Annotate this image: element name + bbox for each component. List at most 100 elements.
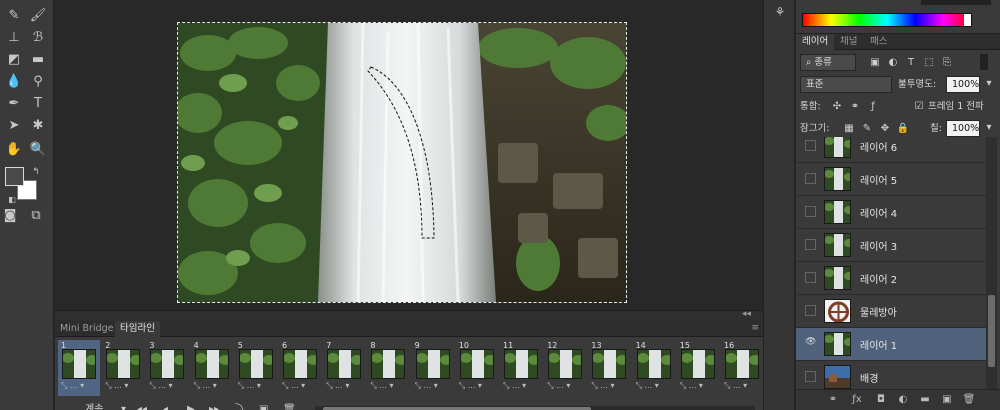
previous-frame-icon[interactable]: ◂ <box>163 400 168 410</box>
frame-delay-select[interactable]: ⤡ ... ▾ <box>547 381 570 391</box>
animation-frame[interactable]: 10 ⤡ ... ▾ <box>456 340 498 396</box>
duplicate-frame-icon[interactable]: ▣ <box>259 400 268 410</box>
lock-transparency-icon[interactable]: ▦ <box>842 122 856 136</box>
layer-row[interactable]: 레이어 6 <box>796 137 986 162</box>
frame-delay-select[interactable]: ⤡ ... ▾ <box>415 381 438 391</box>
animation-frame[interactable]: 1 ⤡ ... ▾ <box>58 340 100 396</box>
visibility-toggle[interactable] <box>805 272 816 283</box>
blend-mode-select[interactable]: 표준 <box>800 76 892 93</box>
animation-frame[interactable]: 16 ⤡ ... ▾ <box>721 340 763 396</box>
pixel-filter-icon[interactable]: ▣ <box>868 56 882 70</box>
collapse-icon[interactable]: ◂◂ <box>742 309 751 319</box>
path-selection-icon[interactable]: ➤ <box>4 116 24 136</box>
lock-pixels-icon[interactable]: ✎ <box>860 122 874 136</box>
visibility-toggle[interactable] <box>805 239 816 250</box>
tab-paths[interactable]: 패스 <box>864 34 893 50</box>
panel-collapse-bar[interactable]: ◂◂ <box>55 309 763 321</box>
animation-frame[interactable]: 15 ⤡ ... ▾ <box>677 340 719 396</box>
frame-delay-select[interactable]: ⤡ ... ▾ <box>459 381 482 391</box>
unify-visibility-icon[interactable]: ⚭ <box>848 100 862 114</box>
link-layers-icon[interactable]: ⚭ <box>826 393 840 407</box>
clone-source-icon[interactable]: ⚘ <box>772 5 788 21</box>
opacity-input[interactable]: 100% <box>946 76 980 93</box>
loop-options-select[interactable]: 계속 <box>85 402 103 410</box>
animation-frame[interactable]: 7 ⤡ ... ▾ <box>323 340 365 396</box>
visibility-toggle[interactable] <box>805 206 816 217</box>
visibility-toggle[interactable] <box>805 371 816 382</box>
add-mask-icon[interactable]: ◘ <box>874 393 888 407</box>
unify-style-icon[interactable]: ƒ <box>866 100 880 114</box>
color-value-field[interactable] <box>921 0 991 5</box>
delete-frame-icon[interactable]: 🗑 <box>283 400 296 410</box>
frame-delay-select[interactable]: ⤡ ... ▾ <box>636 381 659 391</box>
history-brush-icon[interactable]: ℬ <box>28 28 48 48</box>
fill-dropdown-icon[interactable]: ▾ <box>982 121 996 135</box>
animation-frame[interactable]: 4 ⤡ ... ▾ <box>191 340 233 396</box>
zoom-icon[interactable]: 🔍 <box>28 140 48 160</box>
frame-delay-select[interactable]: ⤡ ... ▾ <box>503 381 526 391</box>
fill-input[interactable]: 100% <box>946 120 980 137</box>
first-frame-icon[interactable]: ◂◂ <box>137 400 147 410</box>
visibility-eye-icon[interactable]: 👁 <box>805 338 816 349</box>
propagate-checkbox[interactable]: ☑ <box>912 100 926 114</box>
tween-icon[interactable]: ⤵ <box>235 400 245 410</box>
shape-filter-icon[interactable]: ⬚ <box>922 56 936 70</box>
quick-mask-icon[interactable]: ◙ <box>0 206 20 226</box>
adjustment-layer-icon[interactable]: ◐ <box>896 393 910 407</box>
shape-icon[interactable]: ✱ <box>28 116 48 136</box>
new-group-icon[interactable]: ▬ <box>918 393 932 407</box>
opacity-dropdown-icon[interactable]: ▾ <box>982 77 996 91</box>
panel-menu-icon[interactable]: ≡ <box>751 323 759 333</box>
tab-timeline[interactable]: 타임라인 <box>115 321 160 337</box>
layer-row[interactable]: 레이어 2 <box>796 261 986 294</box>
healing-brush-icon[interactable]: ✎ <box>4 6 24 26</box>
layers-scrollbar-thumb[interactable] <box>988 295 995 367</box>
visibility-toggle[interactable] <box>805 173 816 184</box>
pen-icon[interactable]: ✒ <box>4 94 24 114</box>
animation-frame[interactable]: 13 ⤡ ... ▾ <box>588 340 630 396</box>
animation-frame[interactable]: 11 ⤡ ... ▾ <box>500 340 542 396</box>
tab-mini-bridge[interactable]: Mini Bridge <box>55 321 118 337</box>
visibility-toggle[interactable] <box>805 305 816 316</box>
type-filter-icon[interactable]: T <box>904 56 918 70</box>
animation-frame[interactable]: 8 ⤡ ... ▾ <box>367 340 409 396</box>
frame-delay-select[interactable]: ⤡ ... ▾ <box>591 381 614 391</box>
tab-layers[interactable]: 레이어 <box>796 34 835 50</box>
frame-delay-select[interactable]: ⤡ ... ▾ <box>194 381 217 391</box>
loop-dropdown-icon[interactable]: ▾ <box>121 400 126 410</box>
next-frame-icon[interactable]: ▸▸ <box>209 400 219 410</box>
screen-mode-icon[interactable]: ⧉ <box>26 206 46 226</box>
animation-frame[interactable]: 3 ⤡ ... ▾ <box>146 340 188 396</box>
document-canvas-area[interactable] <box>55 0 763 310</box>
smart-object-filter-icon[interactable]: ⎘ <box>940 56 954 70</box>
animation-frame[interactable]: 14 ⤡ ... ▾ <box>633 340 675 396</box>
frame-delay-select[interactable]: ⤡ ... ▾ <box>105 381 128 391</box>
blur-icon[interactable]: 💧 <box>4 72 24 92</box>
waterfall-image[interactable] <box>177 22 627 303</box>
animation-frame[interactable]: 9 ⤡ ... ▾ <box>412 340 454 396</box>
unify-position-icon[interactable]: ✣ <box>830 100 844 114</box>
layers-scrollbar[interactable] <box>986 137 997 389</box>
adjustment-filter-icon[interactable]: ◐ <box>886 56 900 70</box>
frame-delay-select[interactable]: ⤡ ... ▾ <box>61 381 84 391</box>
animation-frame[interactable]: 6 ⤡ ... ▾ <box>279 340 321 396</box>
eraser-icon[interactable]: ◩ <box>4 50 24 70</box>
frames-scrollbar[interactable] <box>315 406 755 410</box>
filter-kind-select[interactable]: ⌕ 종류 <box>800 54 856 71</box>
frame-delay-select[interactable]: ⤡ ... ▾ <box>724 381 747 391</box>
layer-row[interactable]: 레이어 4 <box>796 195 986 228</box>
spectrum-white[interactable] <box>964 14 971 26</box>
dodge-icon[interactable]: ⚲ <box>28 72 48 92</box>
delete-layer-icon[interactable]: 🗑 <box>962 393 976 407</box>
animation-frame[interactable]: 12 ⤡ ... ▾ <box>544 340 586 396</box>
frame-delay-select[interactable]: ⤡ ... ▾ <box>282 381 305 391</box>
type-icon[interactable]: T <box>28 94 48 114</box>
lock-all-icon[interactable]: 🔒 <box>896 122 910 136</box>
frame-delay-select[interactable]: ⤡ ... ▾ <box>326 381 349 391</box>
swap-colors-icon[interactable]: ↰ <box>26 162 46 182</box>
gradient-icon[interactable]: ▬ <box>28 50 48 70</box>
clone-stamp-icon[interactable]: ⊥ <box>4 28 24 48</box>
tab-channels[interactable]: 채널 <box>834 34 863 50</box>
frame-delay-select[interactable]: ⤡ ... ▾ <box>680 381 703 391</box>
animation-frame[interactable]: 5 ⤡ ... ▾ <box>235 340 277 396</box>
